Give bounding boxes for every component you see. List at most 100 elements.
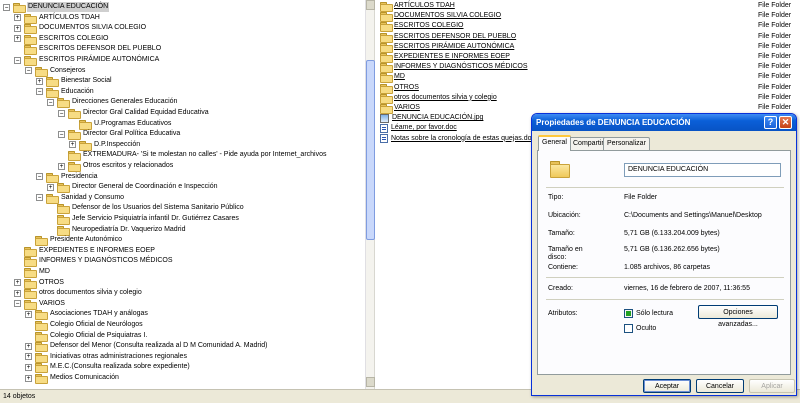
tree-item[interactable]: Jefe Servicio Psiquiatría infantil Dr. G… bbox=[47, 214, 240, 225]
list-item[interactable]: ESCRITOS PIRÁMIDE AUTONÓMICA File Folder bbox=[380, 42, 792, 53]
list-item[interactable]: VARIOS File Folder bbox=[380, 103, 792, 114]
scroll-down-arrow[interactable] bbox=[366, 377, 375, 387]
tree-item[interactable]: + Defensor del Menor (Consulta realizada … bbox=[25, 341, 269, 353]
expand-icon[interactable]: + bbox=[25, 353, 32, 361]
tree-item[interactable]: + DOCUMENTOS SILVIA COLEGIO bbox=[14, 23, 147, 35]
file-type: File Folder bbox=[758, 42, 792, 50]
dialog-titlebar[interactable]: Propiedades de DENUNCIA EDUCACIÓN ? ✕ bbox=[532, 114, 796, 131]
tree-item[interactable]: − Educación bbox=[36, 87, 95, 98]
tree-item[interactable]: − Director Gral Política Educativa bbox=[58, 129, 181, 141]
expand-icon[interactable]: + bbox=[14, 24, 21, 32]
list-item[interactable]: EXPEDIENTES E INFORMES EOEP File Folder bbox=[380, 52, 792, 63]
collapse-icon[interactable]: − bbox=[58, 109, 65, 117]
collapse-icon[interactable]: − bbox=[25, 67, 32, 75]
oculto-checkbox[interactable] bbox=[624, 324, 633, 333]
tree-item[interactable]: + Asociaciones TDAH y análogas bbox=[25, 309, 149, 321]
tree-item[interactable]: + Bienestar Social bbox=[36, 76, 113, 88]
tab-compartir[interactable]: Compartir bbox=[569, 137, 608, 150]
expand-icon[interactable]: + bbox=[58, 162, 65, 170]
cancel-button[interactable]: Cancelar bbox=[696, 379, 744, 393]
tree-item[interactable]: − VARIOS bbox=[14, 299, 66, 310]
tree-item[interactable]: EXTREMADURA- 'Si te molestan no calles' … bbox=[58, 150, 328, 162]
folder-tree-pane[interactable]: − DENUNCIA EDUCACIÓN + ARTÍCULOS TDAH + DOCUM… bbox=[0, 0, 365, 389]
folder-icon bbox=[380, 53, 393, 63]
folder-icon bbox=[57, 225, 70, 236]
tree-item[interactable]: − ESCRITOS PIRÁMIDE AUTONÓMICA bbox=[14, 55, 160, 66]
solo-lectura-checkbox[interactable] bbox=[624, 309, 633, 318]
collapse-icon[interactable]: − bbox=[14, 300, 21, 308]
tree-item-label: Colegio Oficial de Psiquiatras I. bbox=[50, 331, 148, 339]
collapse-icon[interactable]: − bbox=[3, 3, 10, 11]
close-button[interactable]: ✕ bbox=[779, 116, 792, 129]
help-button[interactable]: ? bbox=[764, 116, 777, 129]
tree-item[interactable]: − Sanidad y Consumo bbox=[36, 193, 125, 204]
expand-icon[interactable]: + bbox=[25, 374, 32, 382]
collapse-icon[interactable]: − bbox=[36, 88, 43, 96]
file-name: EXPEDIENTES E INFORMES EOEP bbox=[394, 53, 510, 60]
tree-item[interactable]: − DENUNCIA EDUCACIÓN bbox=[3, 2, 110, 13]
expand-icon[interactable]: + bbox=[14, 35, 21, 43]
collapse-icon[interactable]: − bbox=[36, 194, 43, 202]
tree-item[interactable]: INFORMES Y DIAGNÓSTICOS MÉDICOS bbox=[14, 256, 174, 268]
expand-icon[interactable]: + bbox=[14, 289, 21, 297]
list-item[interactable]: OTROS File Folder bbox=[380, 83, 792, 94]
tab-general[interactable]: General bbox=[538, 135, 571, 151]
advanced-options-button[interactable]: Opciones avanzadas... bbox=[698, 305, 778, 328]
scroll-up-arrow[interactable] bbox=[366, 0, 375, 10]
tab-personalizar[interactable]: Personalizar bbox=[603, 137, 650, 150]
list-item[interactable]: otros documentos silvia y colegio File Fo… bbox=[380, 93, 792, 104]
tree-item[interactable]: − Direcciones Generales Educación bbox=[47, 97, 178, 109]
list-item[interactable]: ARTÍCULOS TDAH File Folder bbox=[380, 1, 792, 12]
list-item[interactable]: ESCRITOS COLEGIO File Folder bbox=[380, 21, 792, 33]
expand-icon[interactable]: + bbox=[14, 14, 21, 22]
collapse-icon[interactable]: − bbox=[36, 173, 43, 181]
tree-item[interactable]: − Director Gral Calidad Equidad Educativa bbox=[58, 108, 210, 119]
list-item[interactable]: DOCUMENTOS SILVIA COLEGIO File Folder bbox=[380, 11, 792, 23]
collapse-icon[interactable]: − bbox=[14, 56, 21, 64]
expand-icon[interactable]: + bbox=[14, 279, 21, 287]
tree-item[interactable]: MD bbox=[14, 267, 51, 278]
folder-icon bbox=[46, 193, 59, 204]
collapse-icon[interactable]: − bbox=[58, 130, 65, 138]
expand-icon[interactable]: + bbox=[47, 183, 54, 191]
tree-item[interactable]: − Consejeros bbox=[25, 66, 86, 77]
tree-item-label: Defensor del Menor (Consulta realizada a… bbox=[50, 342, 268, 350]
expand-icon[interactable]: + bbox=[25, 342, 32, 350]
tree-item[interactable]: Colegio Oficial de Neurólogos bbox=[25, 320, 144, 331]
tree-item[interactable]: + ESCRITOS COLEGIO bbox=[14, 34, 110, 45]
expand-icon[interactable]: + bbox=[69, 141, 76, 149]
list-item[interactable]: INFORMES Y DIAGNÓSTICOS MÉDICOS File Fold… bbox=[380, 62, 792, 74]
tree-item[interactable]: + Director General de Coordinación e Insp… bbox=[47, 182, 219, 194]
tree-scrollbar[interactable] bbox=[365, 0, 375, 389]
tree-item[interactable]: + Otros escritos y relacionados bbox=[58, 161, 174, 172]
file-name: ARTÍCULOS TDAH bbox=[394, 2, 455, 9]
tree-item[interactable]: + Iniciativas otras administraciones regi… bbox=[25, 352, 188, 363]
tree-item[interactable]: − Presidencia bbox=[36, 172, 99, 183]
scroll-thumb[interactable] bbox=[366, 60, 375, 240]
list-item[interactable]: ESCRITOS DEFENSOR DEL PUEBLO File Folder bbox=[380, 32, 792, 43]
accept-button[interactable]: Aceptar bbox=[643, 379, 691, 393]
apply-button[interactable]: Aplicar bbox=[749, 379, 795, 393]
dialog-title: Propiedades de DENUNCIA EDUCACIÓN bbox=[536, 118, 691, 127]
tree-item[interactable]: + OTROS bbox=[14, 278, 65, 289]
expand-icon[interactable]: + bbox=[36, 77, 43, 85]
tree-item-label: Medios Comunicación bbox=[50, 374, 119, 381]
tree-item[interactable]: Neuropediatría Dr. Vaquerizo Madrid bbox=[47, 225, 186, 236]
list-item[interactable]: MD File Folder bbox=[380, 72, 792, 84]
tree-item[interactable]: + Medios Comunicación bbox=[25, 373, 120, 384]
tree-item[interactable]: ESCRITOS DEFENSOR DEL PUEBLO bbox=[14, 44, 162, 56]
tree-item[interactable]: Colegio Oficial de Psiquiatras I. bbox=[25, 331, 148, 342]
tree-item[interactable]: Defensor de los Usuarios del Sistema San… bbox=[47, 203, 245, 215]
tree-item[interactable]: + M.E.C.(Consulta realizada sobre expedie… bbox=[25, 362, 191, 374]
tree-item[interactable]: U.Programas Educativos bbox=[69, 119, 172, 130]
folder-name-field[interactable]: DENUNCIA EDUCACIÓN bbox=[624, 163, 781, 177]
tree-item[interactable]: + ARTÍCULOS TDAH bbox=[14, 13, 101, 24]
tree-item[interactable]: EXPEDIENTES E INFORMES EOEP bbox=[14, 246, 156, 257]
tree-item[interactable]: + D.P.Inspección bbox=[69, 140, 141, 151]
tree-item[interactable]: Presidente Autonómico bbox=[25, 235, 123, 247]
tree-item[interactable]: + otros documentos silvia y colegio bbox=[14, 288, 143, 300]
expand-icon[interactable]: + bbox=[25, 363, 32, 371]
expand-icon[interactable]: + bbox=[25, 310, 32, 318]
folder-icon bbox=[380, 22, 393, 33]
collapse-icon[interactable]: − bbox=[47, 98, 54, 106]
